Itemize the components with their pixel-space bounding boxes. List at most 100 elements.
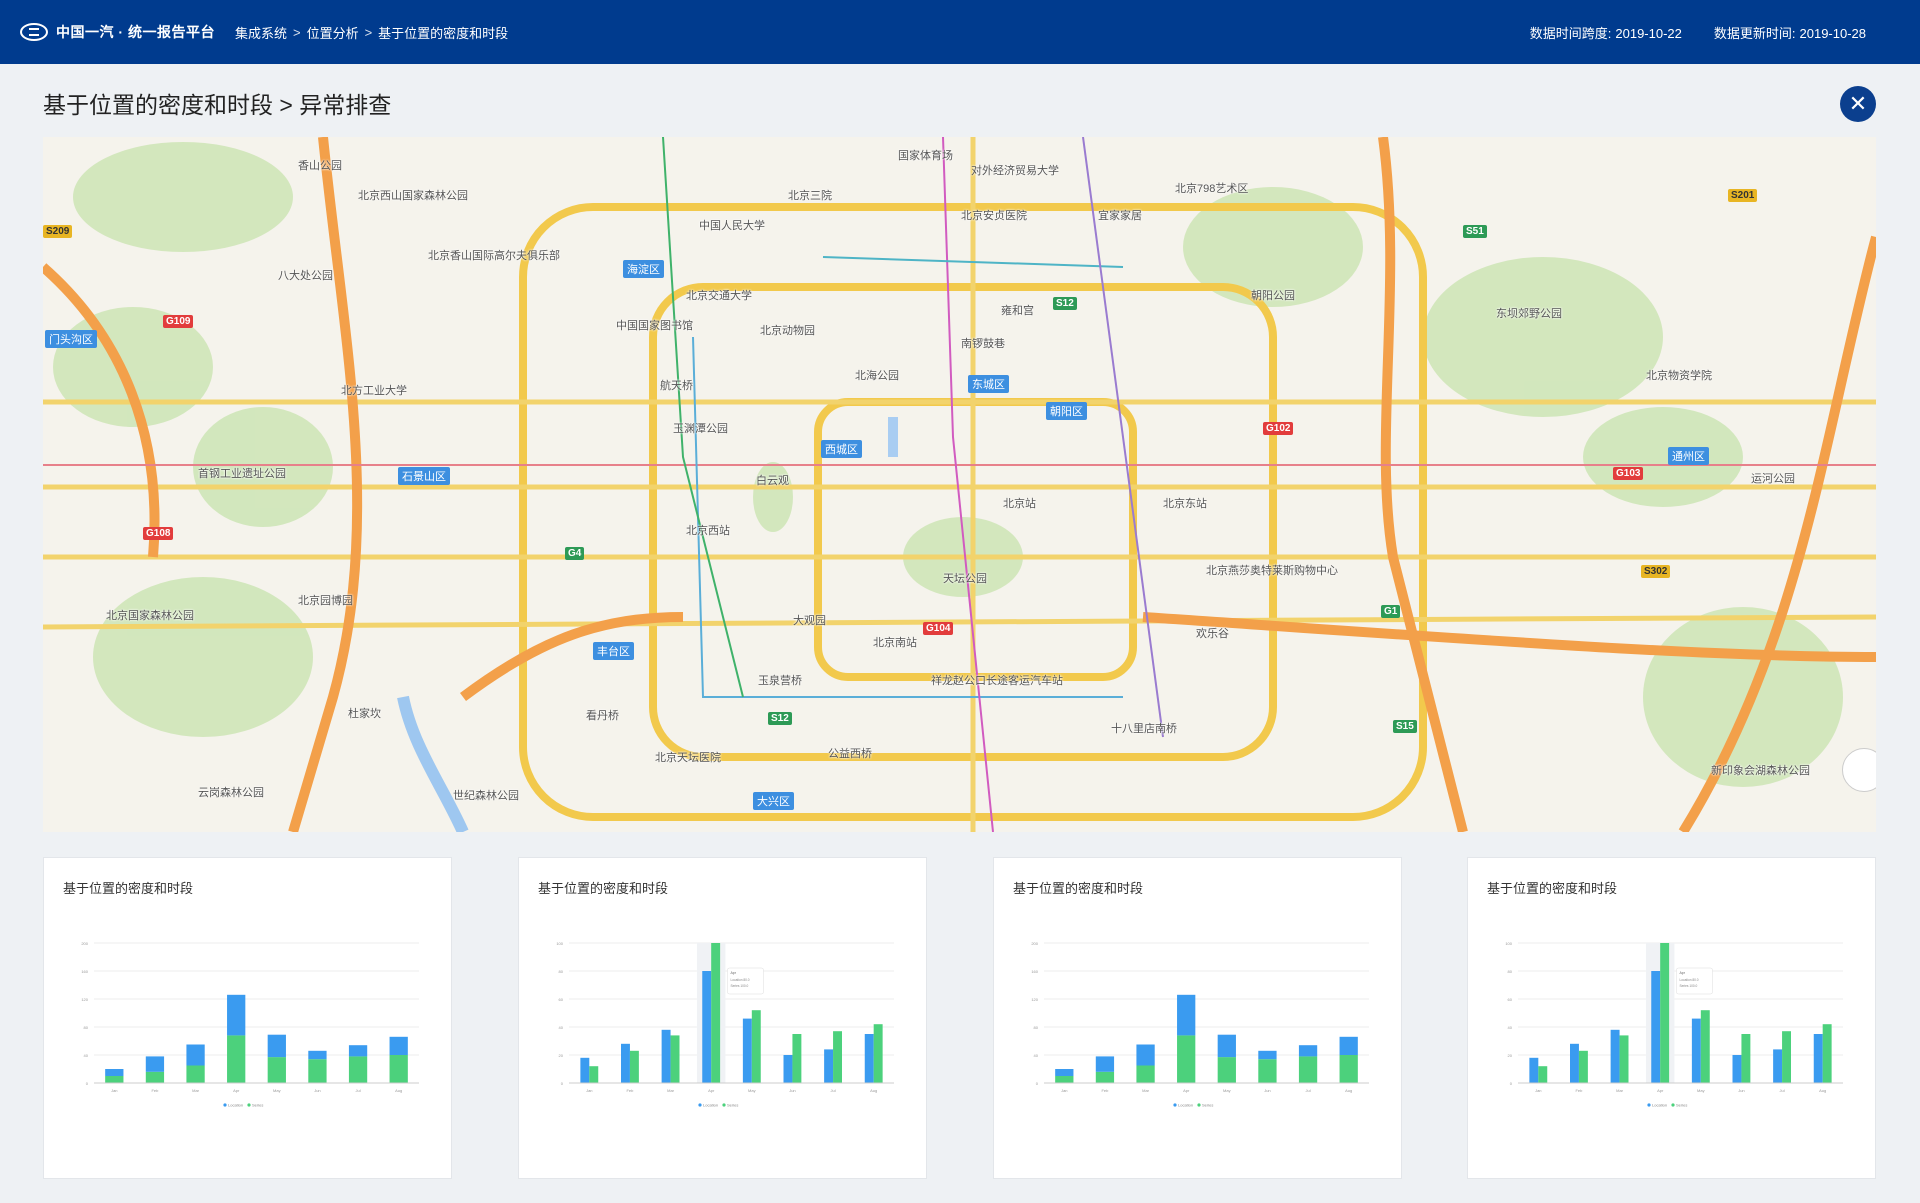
bar-location bbox=[1177, 994, 1196, 1036]
bar-series bbox=[227, 1035, 246, 1083]
bar-location bbox=[1298, 1045, 1318, 1057]
bar-location bbox=[1258, 1050, 1277, 1060]
district-tag: 通州区 bbox=[1668, 447, 1709, 465]
legend-label: Series bbox=[1676, 1103, 1687, 1108]
map-label: 北京西山国家森林公园 bbox=[358, 190, 468, 202]
time-span-value: 2019-10-22 bbox=[1615, 25, 1682, 41]
legend-label: Series bbox=[252, 1103, 263, 1108]
bar-series bbox=[711, 943, 721, 1083]
bar-series bbox=[267, 1057, 286, 1083]
legend-label: Location bbox=[1178, 1103, 1193, 1108]
bar-series bbox=[1700, 1010, 1710, 1083]
road-badge: G102 bbox=[1263, 422, 1294, 435]
y-tick-label: 200 bbox=[1031, 941, 1038, 946]
map-label: 北京798艺术区 bbox=[1175, 183, 1249, 195]
y-tick-label: 0 bbox=[86, 1081, 89, 1086]
update-time-label: 数据更新时间: bbox=[1713, 25, 1796, 41]
bar-location bbox=[1610, 1029, 1620, 1083]
map-label: 云岗森林公园 bbox=[198, 787, 264, 799]
bar-location bbox=[1813, 1034, 1823, 1083]
map-label: 北京东站 bbox=[1163, 498, 1207, 510]
y-tick-label: 40 bbox=[559, 1025, 564, 1030]
map-label: 雍和宫 bbox=[1001, 305, 1034, 317]
bar-location bbox=[621, 1043, 630, 1083]
map-label: 天坛公园 bbox=[943, 573, 987, 585]
chart-tooltip: Apr Location 80.0 Series 100.0 bbox=[1676, 967, 1713, 995]
y-tick-label: 200 bbox=[81, 941, 88, 946]
y-tick-label: 0 bbox=[1036, 1081, 1039, 1086]
map-label: 国家体育场 bbox=[898, 150, 953, 162]
map-label: 大观园 bbox=[793, 615, 826, 627]
bar-series bbox=[1095, 1071, 1115, 1083]
breadcrumb-item-location-analysis[interactable]: 位置分析 bbox=[307, 23, 359, 42]
bar-series bbox=[792, 1034, 802, 1083]
chart-card: 基于位置的密度和时段 0 40 80 120 160 200 Jan Feb Mar Apr May… bbox=[43, 857, 452, 1179]
map-label: 杜家坎 bbox=[348, 708, 381, 720]
bar-chart[interactable]: 0 20 40 60 80 100 Jan Feb Mar Apr May Jun Jul Aug Loca… bbox=[519, 858, 928, 1180]
x-tick-label: Apr bbox=[1183, 1088, 1190, 1093]
brand[interactable]: 中国一汽 · 统一报告平台 bbox=[20, 22, 215, 42]
map-label: 首钢工业遗址公园 bbox=[198, 468, 286, 480]
map-label: 北京南站 bbox=[873, 637, 917, 649]
bar-chart[interactable]: 0 20 40 60 80 100 Jan Feb Mar Apr May Jun Jul Aug Loca… bbox=[1468, 858, 1877, 1180]
brand-text: 中国一汽 · 统一报告平台 bbox=[56, 24, 215, 40]
x-tick-label: Aug bbox=[1345, 1088, 1352, 1093]
x-tick-label: Jan bbox=[111, 1088, 117, 1093]
district-tag: 丰台区 bbox=[593, 642, 634, 660]
breadcrumb-separator: > bbox=[292, 24, 301, 40]
breadcrumb-item-current: 基于位置的密度和时段 bbox=[378, 25, 509, 41]
update-time-value: 2019-10-28 bbox=[1799, 25, 1867, 41]
map-label: 北京交通大学 bbox=[686, 290, 752, 302]
bar-series bbox=[145, 1071, 165, 1083]
road-badge: S209 bbox=[43, 225, 73, 238]
top-bar: 中国一汽 · 统一报告平台 集成系统 > 位置分析 > 基于位置的密度和时段 数… bbox=[0, 0, 1920, 64]
breadcrumb-item-integration[interactable]: 集成系统 bbox=[235, 23, 287, 42]
map-label: 新印象会湖森林公园 bbox=[1711, 765, 1810, 777]
bar-location bbox=[1651, 971, 1661, 1083]
bar-series bbox=[751, 1010, 761, 1083]
bar-location bbox=[661, 1029, 671, 1083]
close-button[interactable]: ✕ bbox=[1840, 86, 1876, 122]
bar-series bbox=[1782, 1031, 1791, 1083]
bar-location bbox=[1136, 1044, 1155, 1066]
map-label: 欢乐谷 bbox=[1196, 628, 1229, 640]
bar-series bbox=[1619, 1035, 1629, 1083]
map-roads bbox=[43, 137, 1876, 832]
x-tick-label: Jan bbox=[1535, 1088, 1541, 1093]
bar-location bbox=[1529, 1057, 1539, 1083]
bar-series bbox=[389, 1055, 408, 1083]
road-badge: G108 bbox=[143, 527, 174, 540]
y-tick-label: 20 bbox=[1508, 1053, 1513, 1058]
y-tick-label: 40 bbox=[84, 1053, 89, 1058]
map-label: 白云观 bbox=[756, 475, 789, 487]
y-tick-label: 40 bbox=[1508, 1025, 1513, 1030]
legend-label: Location bbox=[228, 1103, 243, 1108]
bar-series bbox=[670, 1035, 680, 1083]
data-dates: 数据时间跨度: 2019-10-22 数据更新时间: 2019-10-28 bbox=[1498, 23, 1866, 42]
y-tick-label: 80 bbox=[559, 969, 564, 974]
x-tick-label: Aug bbox=[1819, 1088, 1826, 1093]
chart-card: 基于位置的密度和时段 0 20 40 60 80 100 Jan Feb Mar Apr May Ju… bbox=[518, 857, 927, 1179]
legend-swatch bbox=[698, 1103, 702, 1107]
x-tick-label: Feb bbox=[151, 1088, 159, 1093]
y-tick-label: 60 bbox=[1508, 997, 1513, 1002]
bar-series bbox=[1177, 1035, 1196, 1083]
x-tick-label: Jul bbox=[1780, 1088, 1785, 1093]
road-badge: S201 bbox=[1728, 189, 1758, 202]
legend-swatch bbox=[1671, 1103, 1675, 1107]
map-label: 南锣鼓巷 bbox=[961, 338, 1005, 350]
x-tick-label: Feb bbox=[626, 1088, 634, 1093]
bar-series bbox=[1822, 1024, 1832, 1083]
bar-location bbox=[1732, 1055, 1742, 1083]
bar-chart[interactable]: 0 40 80 120 160 200 Jan Feb Mar Apr May Jun Jul Aug Lo… bbox=[994, 858, 1403, 1180]
district-tag: 门头沟区 bbox=[45, 330, 97, 348]
map-label: 玉渊潭公园 bbox=[673, 423, 728, 435]
beijing-map[interactable]: 香山公园 北京西山国家森林公园 北京香山国际高尔夫俱乐部 八大处公园 国家体育场… bbox=[43, 137, 1876, 832]
bar-location bbox=[389, 1036, 408, 1055]
y-tick-label: 160 bbox=[1031, 969, 1038, 974]
x-tick-label: Aug bbox=[395, 1088, 402, 1093]
map-label: 北京站 bbox=[1003, 498, 1036, 510]
map-label: 八大处公园 bbox=[278, 270, 333, 282]
bar-chart[interactable]: 0 40 80 120 160 200 Jan Feb Mar Apr May Jun Jul Aug Lo… bbox=[44, 858, 453, 1180]
legend-swatch bbox=[223, 1103, 227, 1107]
